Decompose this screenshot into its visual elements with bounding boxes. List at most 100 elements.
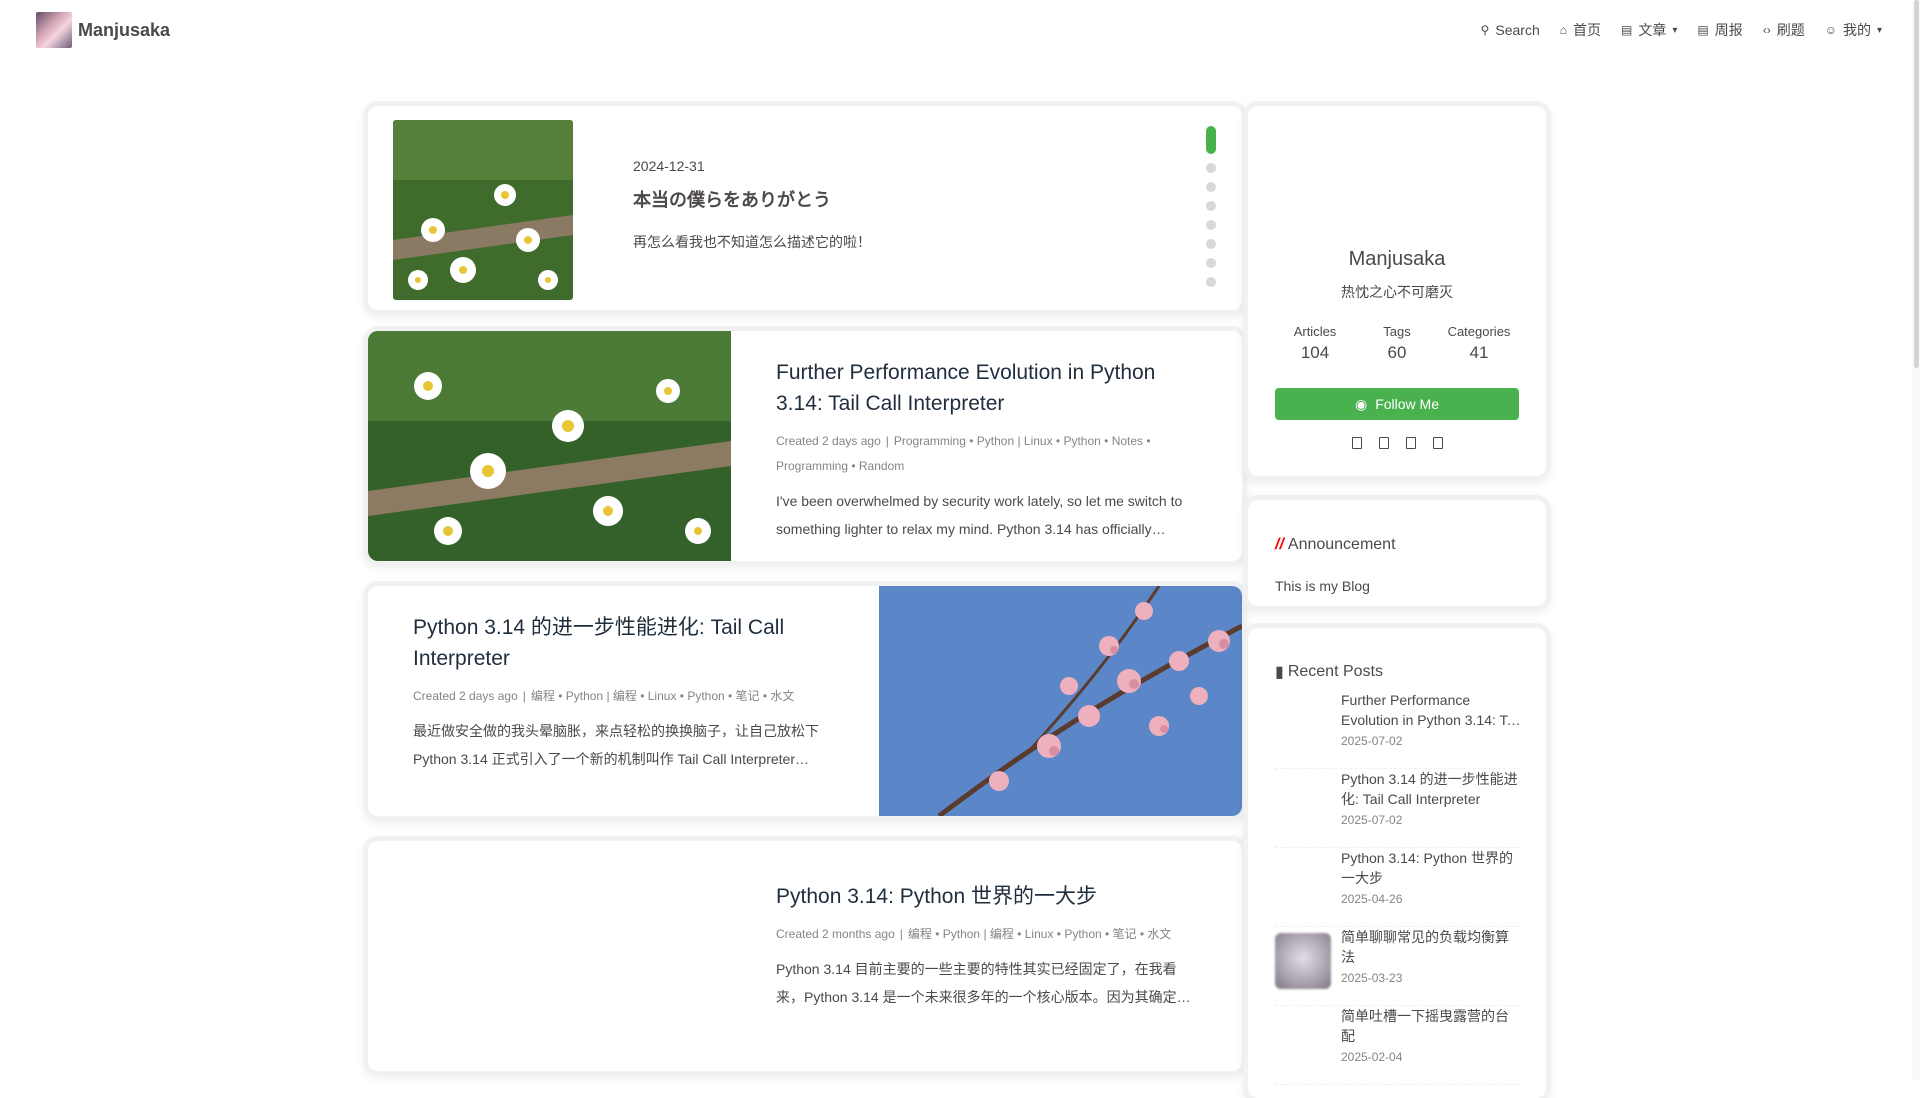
post-title[interactable]: Python 3.14 的进一步性能进化: Tail Call Interpre… bbox=[413, 612, 835, 674]
post-created: Created 2 months ago bbox=[776, 927, 895, 941]
recent-post-date: 2025-07-02 bbox=[1341, 813, 1403, 827]
carousel-dot[interactable] bbox=[1206, 126, 1216, 154]
recent-post-title[interactable]: Python 3.14 的进一步性能进化: Tail Call Interpre… bbox=[1341, 769, 1521, 809]
recent-posts-heading: Recent Posts bbox=[1287, 663, 1383, 680]
carousel-dot[interactable] bbox=[1206, 239, 1216, 249]
nav-item-weekly[interactable]: ▤ 周报 bbox=[1697, 20, 1742, 40]
carousel-pagination bbox=[1205, 126, 1217, 296]
twitter-icon[interactable] bbox=[1378, 436, 1389, 449]
site-name[interactable]: Manjusaka bbox=[78, 20, 170, 41]
site-stats: Articles 104 Tags 60 Categories 41 bbox=[1275, 324, 1519, 363]
featured-carousel[interactable]: 2024-12-31 本当の僕らをありがとう 再怎么看我也不知道怎么描述它的啦！ bbox=[368, 106, 1242, 310]
recent-post-title[interactable]: 简单聊聊常见的负载均衡算法 bbox=[1341, 927, 1521, 967]
recent-post-info: Python 3.14: Python 世界的一大步 2025-04-26 bbox=[1341, 848, 1521, 906]
user-icon: ☺ bbox=[1824, 23, 1837, 37]
mail-icon[interactable] bbox=[1405, 436, 1416, 449]
post-cover-image[interactable] bbox=[879, 586, 1242, 816]
carousel-dot[interactable] bbox=[1206, 163, 1216, 173]
follow-label: Follow Me bbox=[1375, 396, 1439, 412]
site-brand[interactable]: Manjusaka bbox=[36, 12, 170, 48]
follow-me-button[interactable]: ◉ Follow Me bbox=[1275, 388, 1519, 420]
announcement-text: This is my Blog bbox=[1275, 578, 1370, 594]
post-meta: Created 2 months ago | 编程 • Python | 编程 • … bbox=[776, 927, 1172, 941]
post-info: Python 3.14: Python 世界的一大步 Created 2 mon… bbox=[776, 881, 1198, 1011]
carousel-dot[interactable] bbox=[1206, 201, 1216, 211]
recent-post-thumbnail[interactable] bbox=[1275, 1012, 1331, 1068]
stat-value: 104 bbox=[1300, 343, 1330, 362]
carousel-description: 再怎么看我也不知道怎么描述它的啦！ bbox=[633, 234, 871, 250]
github-icon[interactable] bbox=[1351, 436, 1362, 449]
carousel-title[interactable]: 本当の僕らをありがとう bbox=[633, 186, 831, 212]
recent-post-title[interactable]: Python 3.14: Python 世界的一大步 bbox=[1341, 848, 1521, 888]
stat-tags[interactable]: Tags 60 bbox=[1357, 324, 1437, 363]
recent-posts-title: ▮ Recent Posts bbox=[1275, 662, 1383, 682]
nav-item-label: 周报 bbox=[1714, 22, 1743, 38]
stat-categories[interactable]: Categories 41 bbox=[1439, 324, 1519, 363]
avatar[interactable] bbox=[1358, 138, 1436, 216]
recent-posts-card: ▮ Recent Posts Further Performance Evolu… bbox=[1248, 628, 1546, 1098]
post-created: Created 2 days ago bbox=[413, 689, 518, 703]
post-card[interactable]: Further Performance Evolution in Python … bbox=[368, 331, 1242, 561]
nav-item-leetcode[interactable]: ‹› 刷题 bbox=[1763, 20, 1805, 40]
page-scrollbar[interactable] bbox=[1912, 0, 1920, 1080]
author-info-card: Manjusaka 热忱之心不可磨灭 Articles 104 Tags 60 … bbox=[1248, 106, 1546, 476]
recent-post-item[interactable]: 简单聊聊常见的负载均衡算法 2025-03-23 bbox=[1275, 927, 1521, 1006]
recent-post-item[interactable]: Python 3.14 的进一步性能进化: Tail Call Interpre… bbox=[1275, 769, 1521, 848]
stat-value: 60 bbox=[1387, 343, 1407, 362]
recent-post-item[interactable]: Further Performance Evolution in Python … bbox=[1275, 690, 1521, 769]
post-title[interactable]: Python 3.14: Python 世界的一大步 bbox=[776, 881, 1198, 912]
post-title[interactable]: Further Performance Evolution in Python … bbox=[776, 357, 1198, 419]
code-icon: ‹› bbox=[1762, 23, 1771, 37]
post-info: Python 3.14 的进一步性能进化: Tail Call Interpre… bbox=[413, 612, 835, 773]
stat-articles[interactable]: Articles 104 bbox=[1275, 324, 1355, 363]
recent-post-date: 2025-03-23 bbox=[1341, 971, 1403, 985]
social-icons bbox=[1248, 436, 1546, 449]
post-meta: Created 2 days ago | Programming • Python … bbox=[776, 434, 1151, 473]
post-excerpt: I've been overwhelmed by security work l… bbox=[776, 493, 1183, 537]
post-meta: Created 2 days ago | 编程 • Python | 编程 • Li… bbox=[413, 689, 795, 703]
site-logo[interactable] bbox=[36, 12, 72, 48]
post-cover-image[interactable] bbox=[368, 331, 731, 561]
recent-post-thumbnail[interactable] bbox=[1275, 775, 1331, 831]
recent-post-thumbnail[interactable] bbox=[1275, 933, 1331, 989]
recent-post-thumbnail[interactable] bbox=[1275, 696, 1331, 752]
nav-item-search[interactable]: ⚲ Search bbox=[1481, 20, 1540, 40]
carousel-date: 2024-12-31 bbox=[633, 158, 705, 174]
carousel-cover-image[interactable] bbox=[393, 120, 573, 300]
recent-post-info: Further Performance Evolution in Python … bbox=[1341, 690, 1521, 748]
nav-item-home[interactable]: ⌂ 首页 bbox=[1560, 20, 1601, 40]
post-excerpt: Python 3.14 目前主要的一些主要的特性其实已经固定了，在我看来，Pyt… bbox=[776, 961, 1191, 1005]
carousel-dot[interactable] bbox=[1206, 258, 1216, 268]
recent-post-thumbnail[interactable] bbox=[1275, 854, 1331, 910]
recent-post-title[interactable]: Further Performance Evolution in Python … bbox=[1341, 690, 1521, 730]
recent-post-title[interactable]: 简单吐槽一下摇曳露营的台配 bbox=[1341, 1006, 1521, 1046]
github-icon: ◉ bbox=[1354, 395, 1368, 412]
post-card[interactable]: Python 3.14 的进一步性能进化: Tail Call Interpre… bbox=[368, 586, 1242, 816]
recent-post-item[interactable]: 简单吐槽一下摇曳露营的台配 2025-02-04 bbox=[1275, 1006, 1521, 1085]
nav-item-label: 文章 bbox=[1638, 22, 1667, 38]
rss-icon[interactable] bbox=[1432, 436, 1443, 449]
recent-post-info: 简单聊聊常见的负载均衡算法 2025-03-23 bbox=[1341, 927, 1521, 985]
nav-item-mine[interactable]: ☺ 我的 ▾ bbox=[1825, 20, 1882, 40]
post-info: Further Performance Evolution in Python … bbox=[776, 357, 1198, 543]
post-categories[interactable]: 编程 • Python | 编程 • Linux • Python • 笔记 •… bbox=[908, 927, 1172, 941]
stat-value: 41 bbox=[1469, 343, 1489, 362]
recent-post-info: Python 3.14 的进一步性能进化: Tail Call Interpre… bbox=[1341, 769, 1521, 827]
carousel-dot[interactable] bbox=[1206, 277, 1216, 287]
chevron-down-icon: ▾ bbox=[1672, 24, 1678, 36]
post-created: Created 2 days ago bbox=[776, 434, 881, 448]
announcement-card: // Announcement This is my Blog bbox=[1248, 500, 1546, 606]
carousel-dot[interactable] bbox=[1206, 182, 1216, 192]
home-icon: ⌂ bbox=[1559, 23, 1567, 37]
history-icon: ▮ bbox=[1275, 664, 1284, 681]
nav-item-articles[interactable]: ▤ 文章 ▾ bbox=[1621, 20, 1677, 40]
search-icon: ⚲ bbox=[1480, 23, 1490, 37]
recent-post-item[interactable]: Python 3.14: Python 世界的一大步 2025-04-26 bbox=[1275, 848, 1521, 927]
post-cover-image[interactable] bbox=[368, 841, 731, 1071]
post-card[interactable]: Python 3.14: Python 世界的一大步 Created 2 mon… bbox=[368, 841, 1242, 1071]
nav-item-label: 首页 bbox=[1572, 22, 1601, 38]
scrollbar-thumb[interactable] bbox=[1914, 0, 1919, 368]
carousel-dot[interactable] bbox=[1206, 220, 1216, 230]
post-categories[interactable]: 编程 • Python | 编程 • Linux • Python • 笔记 •… bbox=[531, 689, 795, 703]
stat-label: Articles bbox=[1293, 324, 1337, 339]
